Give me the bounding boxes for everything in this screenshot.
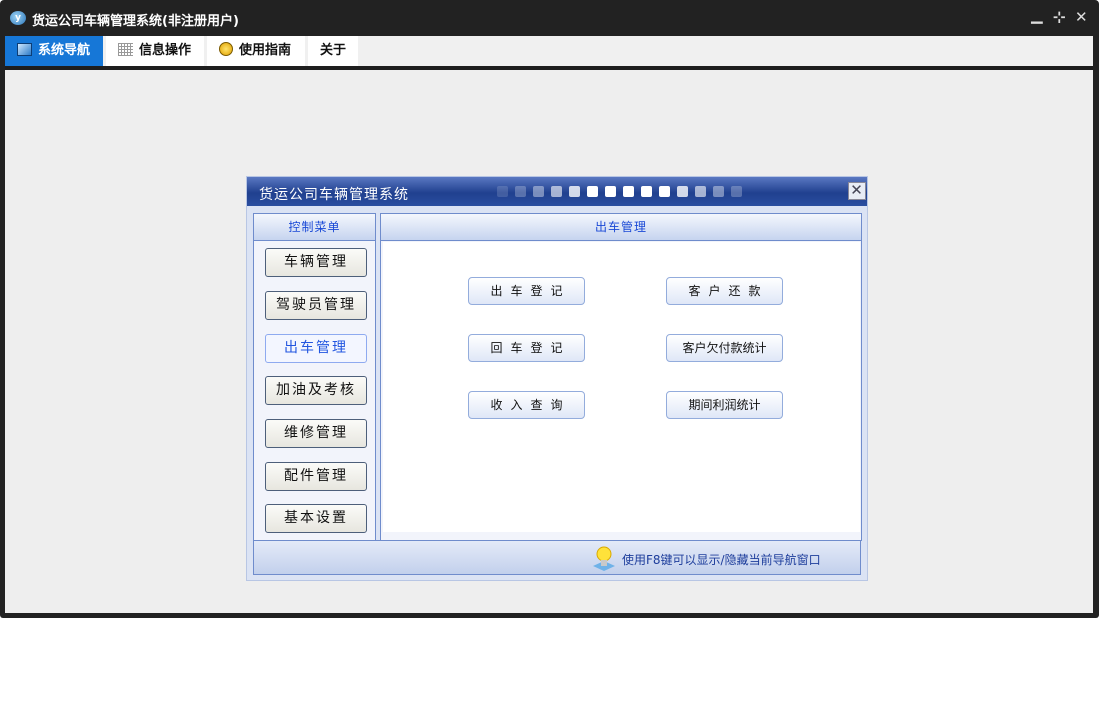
- tab-about[interactable]: 关于: [308, 36, 358, 66]
- menu-dispatch-management[interactable]: 出车管理: [265, 334, 367, 363]
- control-menu-panel: 控制菜单 车辆管理 驾驶员管理 出车管理 加油及考核 维修管理 配件管理 基本设…: [253, 213, 376, 541]
- dispatch-panel: 出车管理 出车登记 客户还款 回车登记 客户欠付款统计 收入查询 期间利润统计: [380, 213, 862, 541]
- restore-button[interactable]: ⊹: [1053, 8, 1066, 26]
- tab-label: 系统导航: [38, 43, 91, 58]
- close-button[interactable]: ✕: [1075, 8, 1088, 26]
- navigation-dialog: 货运公司车辆管理系统 ✕ 控制菜单 车辆管理 驾驶员管理 出车管理 加油及考核 …: [246, 176, 868, 581]
- dispatch-header: 出车管理: [381, 214, 861, 241]
- tab-system-nav[interactable]: 系统导航: [5, 36, 103, 66]
- dialog-title: 货运公司车辆管理系统: [259, 187, 409, 203]
- menu-driver-management[interactable]: 驾驶员管理: [265, 291, 367, 320]
- income-query-button[interactable]: 收入查询: [468, 391, 585, 419]
- tab-label: 使用指南: [239, 43, 292, 58]
- menu-vehicle-management[interactable]: 车辆管理: [265, 248, 367, 277]
- tab-user-guide[interactable]: 使用指南: [207, 36, 305, 66]
- dialog-title-bar[interactable]: 货运公司车辆管理系统 ✕: [247, 177, 867, 206]
- dialog-footer: 使用F8键可以显示/隐藏当前导航窗口: [253, 540, 861, 575]
- return-register-button[interactable]: 回车登记: [468, 334, 585, 362]
- help-icon: [219, 42, 233, 56]
- tab-label: 信息操作: [139, 43, 192, 58]
- lightbulb-icon: [593, 546, 615, 571]
- title-bar: y 货运公司车辆管理系统(非注册用户) ▁ ⊹ ✕: [0, 0, 1099, 36]
- menu-parts-management[interactable]: 配件管理: [265, 462, 367, 491]
- grid-icon: [118, 43, 133, 56]
- tab-label: 关于: [320, 43, 347, 58]
- menu-fuel-assessment[interactable]: 加油及考核: [265, 376, 367, 405]
- dialog-close-button[interactable]: ✕: [848, 182, 866, 200]
- window-title: 货运公司车辆管理系统(非注册用户): [32, 14, 239, 29]
- menu-basic-settings[interactable]: 基本设置: [265, 504, 367, 533]
- decorative-dots: [497, 186, 742, 197]
- tab-info-ops[interactable]: 信息操作: [106, 36, 204, 66]
- minimize-button[interactable]: ▁: [1031, 6, 1043, 24]
- tab-bar: 系统导航 信息操作 使用指南 关于: [5, 36, 1093, 67]
- period-profit-stats-button[interactable]: 期间利润统计: [666, 391, 783, 419]
- menu-repair-management[interactable]: 维修管理: [265, 419, 367, 448]
- app-logo-icon: y: [10, 11, 26, 25]
- action-area: 出车登记 客户还款 回车登记 客户欠付款统计 收入查询 期间利润统计: [383, 242, 860, 532]
- f8-hint-text: 使用F8键可以显示/隐藏当前导航窗口: [622, 553, 821, 567]
- customer-arrears-stats-button[interactable]: 客户欠付款统计: [666, 334, 783, 362]
- control-menu-header: 控制菜单: [254, 214, 375, 241]
- monitor-icon: [17, 43, 32, 56]
- dispatch-register-button[interactable]: 出车登记: [468, 277, 585, 305]
- customer-repayment-button[interactable]: 客户还款: [666, 277, 783, 305]
